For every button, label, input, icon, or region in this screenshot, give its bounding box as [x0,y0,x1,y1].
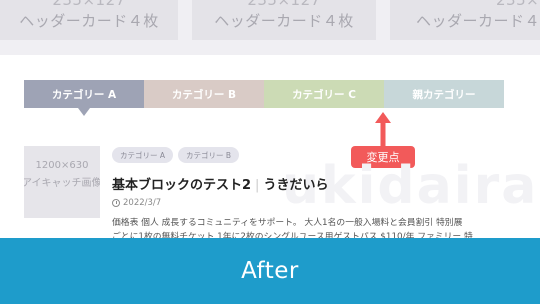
header-card-caption: ヘッダーカード４枚 [19,12,159,30]
clock-icon [112,199,120,207]
thumbnail-size: 1200×630 [35,160,89,171]
tab-parent-category[interactable]: 親カテゴリー [384,80,504,108]
thumbnail-caption: アイキャッチ画像 [24,178,100,189]
category-tabs: カテゴリー A カテゴリー B カテゴリー C 親カテゴリー [24,80,504,116]
active-tab-pointer [78,108,90,116]
header-card-caption: ヘッダーカード４枚 [416,12,540,30]
tab-label: カテゴリー C [292,88,356,101]
header-card-size: 235×127 [52,0,126,9]
post-date-text: 2022/3/7 [123,198,162,208]
post-author: うきだいら [263,178,329,193]
header-card-size: 235×127 [496,0,540,9]
post-category-badges: カテゴリー A カテゴリー B [112,147,240,163]
post-thumbnail[interactable]: 1200×630 アイキャッチ画像 [24,146,100,218]
tab-category-a[interactable]: カテゴリー A [24,80,144,116]
header-cards-strip: 235×127 ヘッダーカード４枚 235×127 ヘッダーカード４枚 235×… [0,0,540,55]
tab-category-c[interactable]: カテゴリー C [264,80,384,108]
after-banner-label: After [241,258,299,284]
header-card[interactable]: 235×127 ヘッダーカード４枚 [192,0,376,40]
post-title[interactable]: 基本ブロックのテスト2 | うきだいら [112,174,328,193]
arrow-up-icon [375,112,391,146]
title-separator: | [255,178,260,193]
category-badge[interactable]: カテゴリー B [178,147,240,163]
post-title-text: 基本ブロックのテスト2 [112,178,252,193]
category-badge[interactable]: カテゴリー A [112,147,174,163]
tab-label: カテゴリー A [51,88,117,101]
tab-label: 親カテゴリー [412,88,476,101]
header-card-caption: ヘッダーカード４枚 [214,12,354,30]
post-date: 2022/3/7 [112,198,161,208]
excerpt-line: 価格表 個人 成長するコミュニティをサポート。 大人1名の一般入場料と会員割引 … [112,218,463,228]
tab-label: カテゴリー B [171,88,237,101]
header-card[interactable]: 235×127 ヘッダーカード４枚 [0,0,178,40]
change-note-label: 変更点 [351,146,415,168]
after-banner: After [0,238,540,304]
tab-category-b[interactable]: カテゴリー B [144,80,264,108]
header-card[interactable]: 235×127 ヘッダーカード４枚 [390,0,540,40]
header-card-size: 235×127 [247,0,321,9]
